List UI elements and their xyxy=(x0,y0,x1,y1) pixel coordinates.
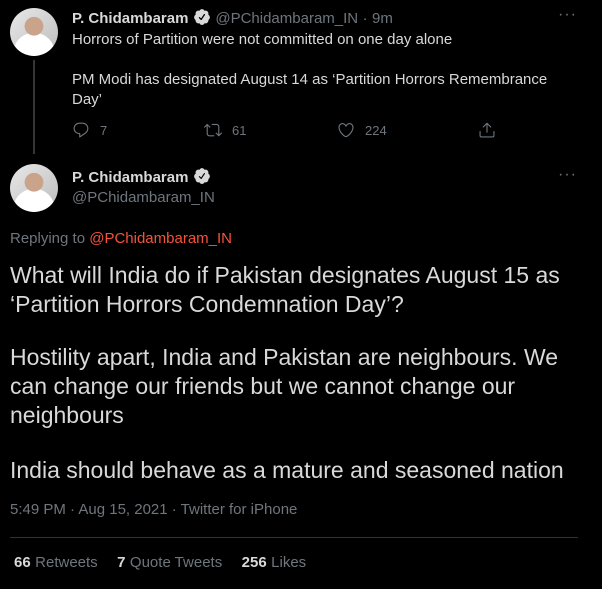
more-icon[interactable]: ··· xyxy=(558,166,577,184)
separator-dot: · xyxy=(362,10,368,27)
quotes-label: Quote Tweets xyxy=(129,554,223,571)
retweet-icon xyxy=(204,123,222,137)
quote-tweets-stat[interactable]: 7 Quote Tweets xyxy=(117,554,227,571)
verified-badge-icon xyxy=(193,167,211,190)
like-icon xyxy=(338,123,354,138)
replying-to-link[interactable]: @PChidambaram_IN xyxy=(89,230,232,247)
author-handle[interactable]: @PChidambaram_IN xyxy=(72,189,215,206)
retweets-stat[interactable]: 66 Retweets xyxy=(14,554,102,571)
author-handle[interactable]: @PChidambaram_IN xyxy=(215,10,358,27)
avatar[interactable] xyxy=(10,164,58,212)
retweet-button[interactable]: 61 xyxy=(204,121,246,139)
like-button[interactable]: 224 xyxy=(337,121,387,139)
reply-count: 7 xyxy=(100,122,108,138)
parent-tweet-line-1: Horrors of Partition were not committed … xyxy=(72,31,453,48)
divider xyxy=(10,537,578,538)
likes-label: Likes xyxy=(271,554,307,571)
tweet-stats: 66 Retweets 7 Quote Tweets 256 Likes xyxy=(14,554,306,572)
share-icon xyxy=(479,122,495,138)
share-button[interactable] xyxy=(478,121,506,139)
likes-count: 256 xyxy=(241,554,267,571)
author-name[interactable]: P. Chidambaram xyxy=(72,169,188,186)
replying-to: Replying to @PChidambaram_IN xyxy=(10,230,232,247)
tweet-text-line: What will India do if Pakistan designate… xyxy=(10,262,560,288)
tweet-timestamp[interactable]: 5:49 PM · Aug 15, 2021 · Twitter for iPh… xyxy=(10,501,297,518)
likes-stat[interactable]: 256 Likes xyxy=(242,554,307,571)
avatar[interactable] xyxy=(10,8,58,56)
reply-button[interactable]: 7 xyxy=(72,121,107,139)
tweet-text-line: India should behave as a mature and seas… xyxy=(10,457,564,483)
retweet-count: 61 xyxy=(232,122,247,138)
tweet-text-line: neighbours xyxy=(10,402,124,428)
tweet-text-line: can change our friends but we cannot cha… xyxy=(10,373,516,399)
like-count: 224 xyxy=(365,122,387,138)
main-tweet-author: P. Chidambaram xyxy=(72,167,211,190)
more-icon[interactable]: ··· xyxy=(558,6,577,24)
parent-tweet-header: P. Chidambaram @PChidambaram_IN · 9m xyxy=(72,8,393,31)
author-name[interactable]: P. Chidambaram xyxy=(72,10,188,27)
thread-connector-line xyxy=(33,60,35,154)
tweet-time[interactable]: 9m xyxy=(372,10,393,27)
parent-tweet-line-2: PM Modi has designated August 14 as ‘Par… xyxy=(72,71,548,88)
tweet-text-line: Hostility apart, India and Pakistan are … xyxy=(10,344,559,370)
replying-prefix: Replying to xyxy=(10,230,86,247)
retweets-count: 66 xyxy=(14,554,31,571)
retweets-label: Retweets xyxy=(35,554,98,571)
parent-tweet-line-3: Day’ xyxy=(72,91,103,108)
tweet-text-line: ‘Partition Horrors Condemnation Day’? xyxy=(10,291,404,317)
quotes-count: 7 xyxy=(117,554,126,571)
reply-icon xyxy=(73,122,89,138)
verified-badge-icon xyxy=(193,8,211,31)
